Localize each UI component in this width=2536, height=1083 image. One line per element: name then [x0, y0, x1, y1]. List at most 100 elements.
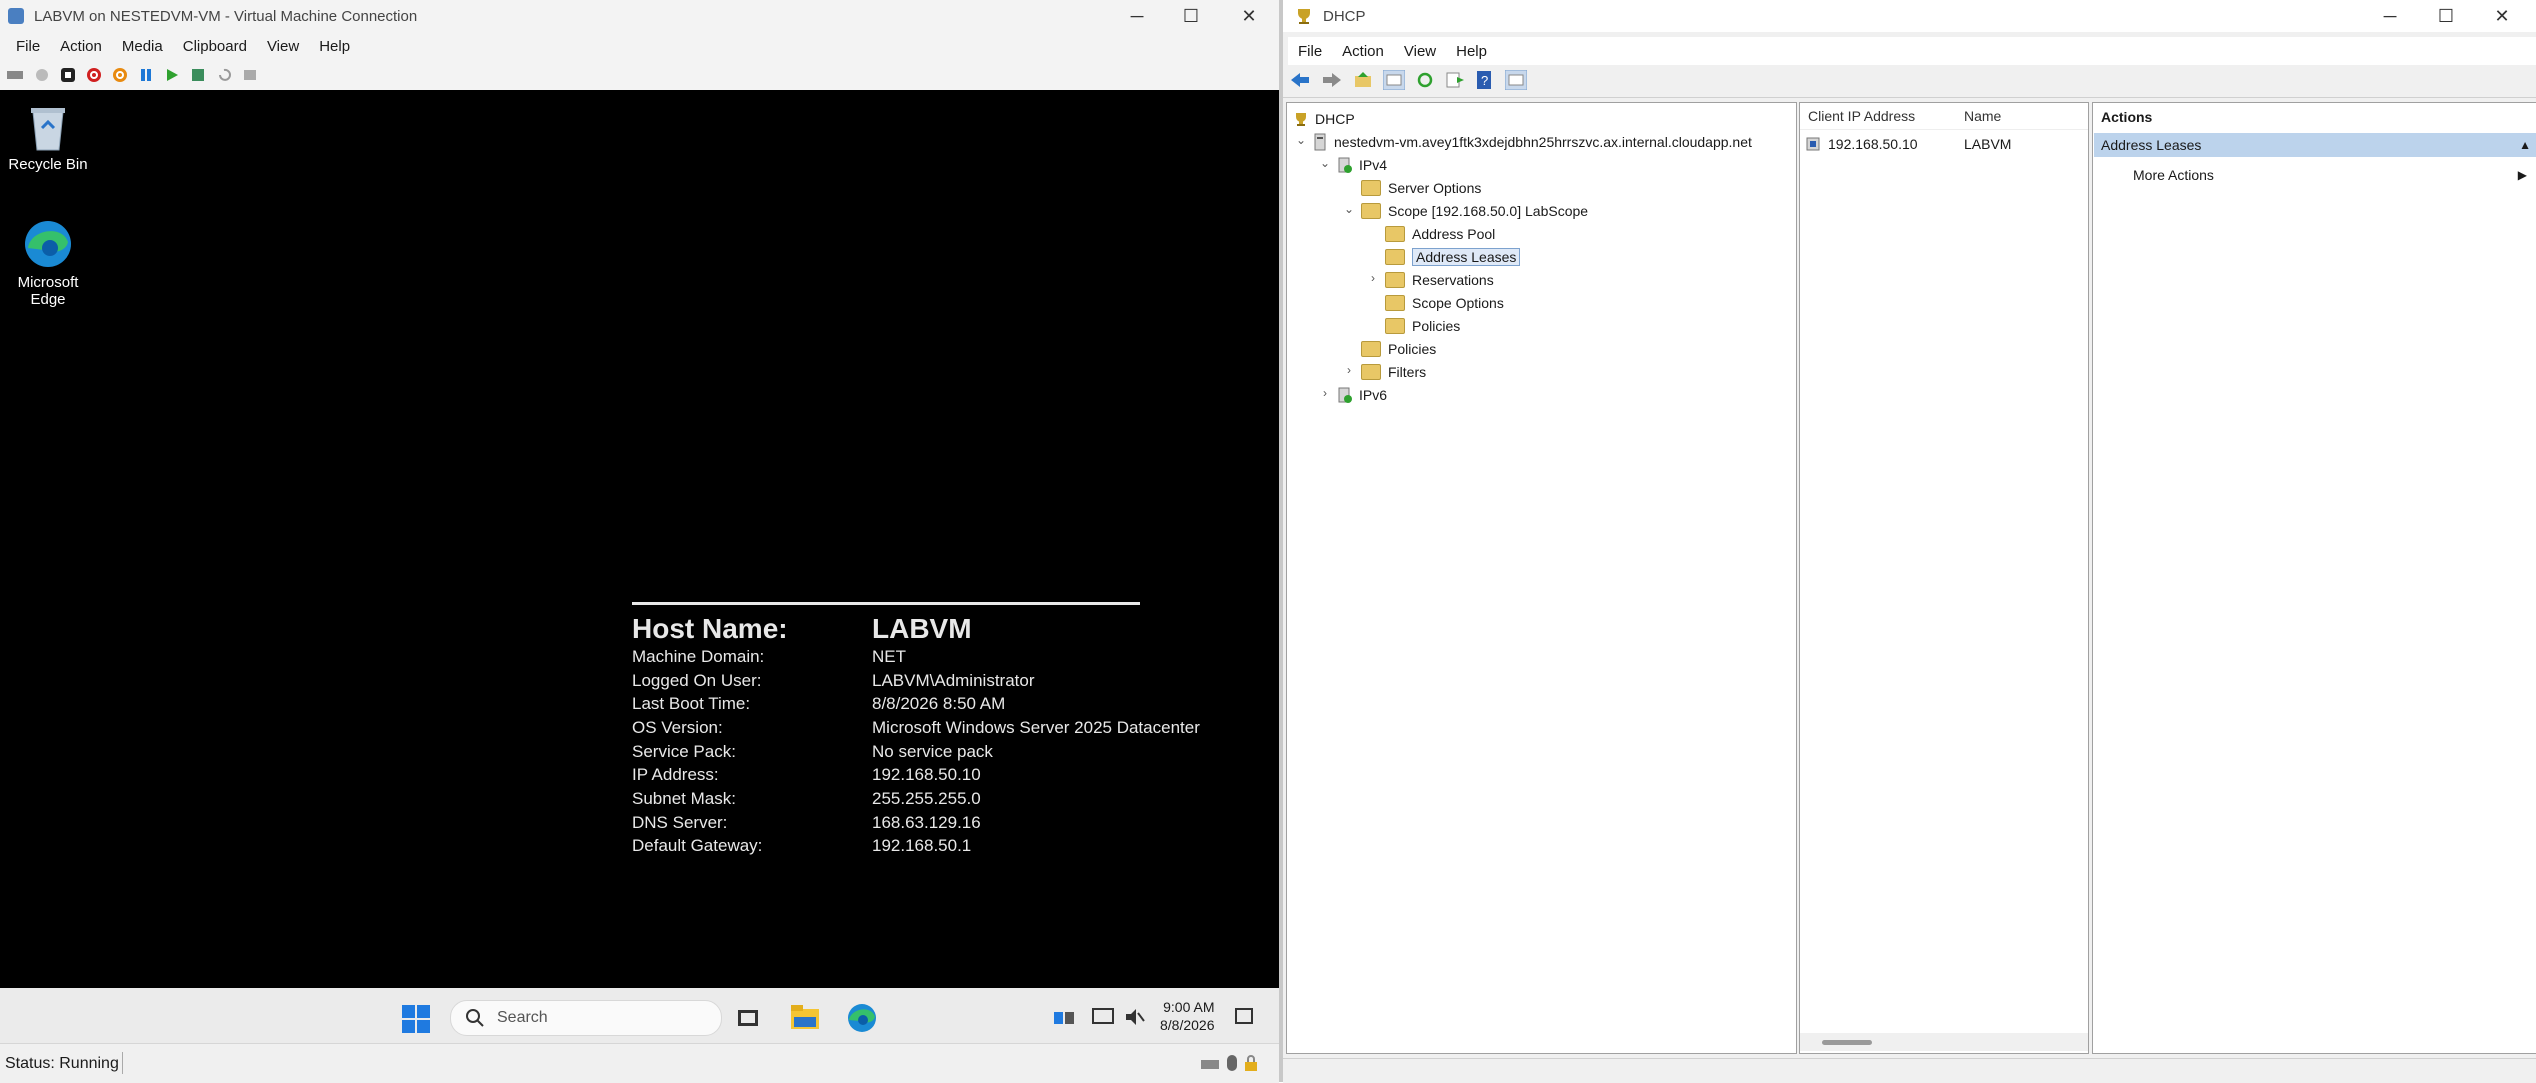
shutdown-icon[interactable]: [86, 67, 102, 83]
taskbar-clock[interactable]: 9:00 AM 8/8/2026: [1160, 998, 1215, 1034]
bginfo-host-label: Host Name:: [632, 613, 788, 644]
actions-more-actions[interactable]: More Actions ▶: [2094, 163, 2536, 187]
vm-maximize-button[interactable]: ☐: [1164, 0, 1218, 32]
start-vm-icon[interactable]: [34, 67, 50, 83]
refresh-icon[interactable]: [1415, 71, 1435, 89]
vm-minimize-button[interactable]: ─: [1110, 0, 1164, 32]
export-list-icon[interactable]: [1445, 71, 1465, 89]
dhcp-menu-help[interactable]: Help: [1446, 43, 1497, 60]
tree-node-address-leases[interactable]: Address Leases: [1385, 246, 1521, 268]
tree-expand-ipv6-icon[interactable]: ›: [1318, 386, 1332, 400]
pause-icon[interactable]: [138, 67, 154, 83]
recycle-bin-icon: [31, 108, 65, 151]
vm-guest-screen[interactable]: Recycle Bin Microsoft Edge Host Name: LA…: [0, 90, 1279, 988]
taskbar-search-box[interactable]: Search: [450, 1000, 722, 1036]
vm-menu-view[interactable]: View: [257, 38, 309, 55]
dhcp-menu-file[interactable]: File: [1288, 43, 1332, 60]
back-icon[interactable]: [1289, 71, 1311, 89]
filters-folder-icon: [1361, 364, 1381, 380]
bginfo-key: Subnet Mask:: [632, 788, 736, 808]
vm-close-button[interactable]: ✕: [1222, 0, 1276, 32]
collapse-section-icon[interactable]: ▲: [2519, 138, 2531, 152]
tree-node-server[interactable]: nestedvm-vm.avey1ftk3xdejdbhn25hrrszvc.a…: [1313, 131, 1752, 153]
bginfo-key: Default Gateway:: [632, 836, 763, 856]
enhanced-session-icon[interactable]: [242, 67, 258, 83]
desktop-microsoft-edge[interactable]: Microsoft Edge: [0, 218, 96, 308]
revert-icon[interactable]: [216, 67, 232, 83]
tree-label-selected: Address Leases: [1412, 248, 1521, 266]
actions-section-address-leases[interactable]: Address Leases ▲: [2094, 133, 2536, 157]
tree-node-server-options[interactable]: Server Options: [1361, 177, 1481, 199]
dhcp-titlebar: DHCP: [1283, 0, 2536, 32]
tree-collapse-scope-icon[interactable]: ⌄: [1342, 202, 1356, 216]
turn-off-icon[interactable]: [60, 67, 76, 83]
tree-expand-reservations-icon[interactable]: ›: [1366, 271, 1380, 285]
tray-network-adapter-icon[interactable]: [1053, 1008, 1075, 1028]
tree-label: Filters: [1388, 364, 1427, 380]
show-hide-tree-icon[interactable]: [1383, 70, 1405, 90]
tray-display-icon[interactable]: [1092, 1007, 1114, 1027]
vm-menu-file[interactable]: File: [6, 38, 50, 55]
column-header-client-ip[interactable]: Client IP Address: [1808, 108, 1915, 124]
actions-section-label: Address Leases: [2101, 137, 2202, 153]
scope-policies-folder-icon: [1385, 318, 1405, 334]
dhcp-menu-view[interactable]: View: [1394, 43, 1446, 60]
scrollbar-thumb[interactable]: [1822, 1040, 1872, 1045]
task-view-icon[interactable]: [736, 1006, 760, 1030]
vm-window-title: LABVM on NESTEDVM-VM - Virtual Machine C…: [34, 7, 418, 25]
vm-menu-action[interactable]: Action: [50, 38, 112, 55]
status-divider: [122, 1052, 123, 1074]
forward-icon[interactable]: [1321, 71, 1343, 89]
resume-icon[interactable]: [164, 67, 180, 83]
tree-node-reservations[interactable]: Reservations: [1385, 269, 1494, 291]
vm-menu-help[interactable]: Help: [309, 38, 360, 55]
table-row[interactable]: 192.168.50.10 LABVM: [1800, 133, 2088, 155]
clock-time: 9:00 AM: [1163, 999, 1215, 1015]
vm-menu-clipboard[interactable]: Clipboard: [173, 38, 257, 55]
dhcp-menubar: File Action View Help: [1288, 37, 2536, 65]
ctrl-alt-del-icon[interactable]: [6, 68, 24, 82]
file-explorer-icon[interactable]: [790, 1003, 820, 1031]
bginfo-host-value: LABVM: [872, 613, 972, 644]
notification-icon[interactable]: [1234, 1007, 1254, 1027]
checkpoint-icon[interactable]: [190, 67, 206, 83]
tree-label: DHCP: [1315, 111, 1355, 127]
tree-label: Policies: [1388, 341, 1437, 357]
dhcp-minimize-button[interactable]: ─: [2363, 0, 2417, 32]
taskbar-edge-icon[interactable]: [846, 1002, 878, 1034]
horizontal-scrollbar[interactable]: [1800, 1033, 2088, 1051]
up-folder-icon[interactable]: [1353, 71, 1373, 89]
tray-volume-muted-icon[interactable]: [1124, 1007, 1146, 1027]
save-state-icon[interactable]: [112, 67, 128, 83]
tree-node-scope-options[interactable]: Scope Options: [1385, 292, 1504, 314]
dhcp-maximize-button[interactable]: ☐: [2419, 0, 2473, 32]
tree-node-filters[interactable]: Filters: [1361, 361, 1426, 383]
taskbar-search-placeholder: Search: [497, 1009, 548, 1026]
tree-node-ipv6[interactable]: IPv6: [1337, 384, 1387, 406]
tree-expand-filters-icon[interactable]: ›: [1342, 363, 1356, 377]
edge-label: Microsoft Edge: [17, 274, 79, 308]
tree-node-dhcp[interactable]: DHCP: [1293, 108, 1355, 130]
bginfo-value: 192.168.50.10: [872, 765, 981, 785]
vm-menu-media[interactable]: Media: [112, 38, 173, 55]
column-header-name[interactable]: Name: [1964, 108, 2001, 124]
dhcp-menu-action[interactable]: Action: [1332, 43, 1394, 60]
desktop-recycle-bin[interactable]: Recycle Bin: [0, 102, 96, 173]
dhcp-close-button[interactable]: ✕: [2475, 0, 2529, 32]
vm-connection-window: LABVM on NESTEDVM-VM - Virtual Machine C…: [0, 0, 1279, 1083]
bginfo-value: No service pack: [872, 741, 993, 761]
scope-options-folder-icon: [1385, 295, 1405, 311]
tree-node-address-pool[interactable]: Address Pool: [1385, 223, 1495, 245]
tree-collapse-ipv4-icon[interactable]: ⌄: [1318, 156, 1332, 170]
start-button-icon[interactable]: [402, 1005, 430, 1033]
tree-node-policies[interactable]: Policies: [1361, 338, 1436, 360]
edge-icon: [25, 221, 71, 267]
tree-node-ipv4[interactable]: IPv4: [1337, 154, 1387, 176]
help-icon[interactable]: ?: [1475, 70, 1495, 90]
show-hide-action-pane-icon[interactable]: [1505, 70, 1527, 90]
tree-node-scope[interactable]: Scope [192.168.50.0] LabScope: [1361, 200, 1588, 222]
tree-collapse-server-icon[interactable]: ⌄: [1294, 133, 1308, 147]
bginfo-value: 8/8/2026 8:50 AM: [872, 694, 1006, 714]
vm-menubar: File Action Media Clipboard View Help: [6, 32, 360, 60]
tree-node-scope-policies[interactable]: Policies: [1385, 315, 1460, 337]
